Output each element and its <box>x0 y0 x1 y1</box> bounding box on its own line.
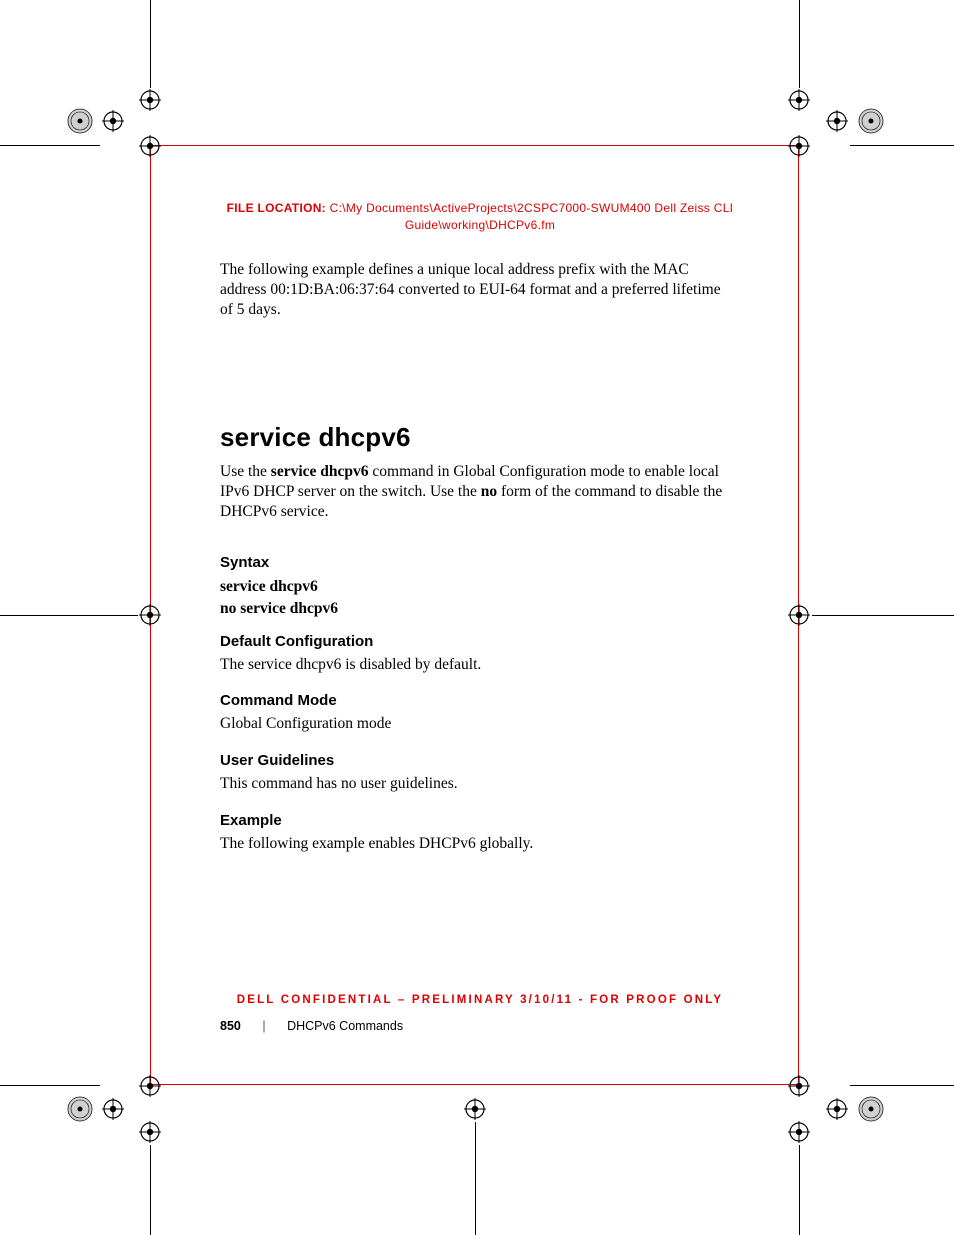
crop-line <box>850 145 954 146</box>
intro-paragraph: The following example defines a unique l… <box>220 260 730 319</box>
page-footer: 850 | DHCPv6 Commands <box>220 1019 403 1033</box>
registration-mark-icon <box>139 604 161 626</box>
registration-mark-icon <box>788 89 810 111</box>
crop-line <box>0 1085 100 1086</box>
registration-mark-icon <box>139 1075 161 1097</box>
command-mode-text: Global Configuration mode <box>220 714 730 734</box>
example-heading: Example <box>220 812 282 829</box>
crop-line <box>150 0 151 88</box>
registration-mark-icon <box>139 89 161 111</box>
crop-line <box>150 1145 151 1235</box>
registration-mark-icon <box>788 135 810 157</box>
crop-line <box>0 145 100 146</box>
print-ornament-icon <box>858 108 884 134</box>
registration-mark-icon <box>788 604 810 626</box>
registration-mark-icon <box>826 1098 848 1120</box>
command-description: Use the service dhcpv6 command in Global… <box>220 462 730 521</box>
crop-line <box>0 615 138 616</box>
desc-bold-2: no <box>481 483 497 500</box>
chapter-name: DHCPv6 Commands <box>287 1019 403 1033</box>
file-location-header: FILE LOCATION: C:\My Documents\ActivePro… <box>220 200 740 234</box>
file-location-path1: C:\My Documents\ActiveProjects\2CSPC7000… <box>330 201 734 215</box>
crop-line <box>475 1122 476 1235</box>
file-location-path2: Guide\working\DHCPv6.fm <box>405 218 555 232</box>
footer-separator: | <box>262 1019 265 1033</box>
crop-line <box>812 615 954 616</box>
user-guidelines-heading: User Guidelines <box>220 752 334 769</box>
print-ornament-icon <box>858 1096 884 1122</box>
print-ornament-icon <box>67 108 93 134</box>
file-location-label: FILE LOCATION: <box>227 201 326 215</box>
command-heading: service dhcpv6 <box>220 422 411 453</box>
syntax-line-1: service dhcpv6 <box>220 577 730 597</box>
crop-line <box>799 1145 800 1235</box>
registration-mark-icon <box>102 110 124 132</box>
syntax-heading: Syntax <box>220 554 269 571</box>
desc-text: Use the <box>220 463 271 480</box>
registration-mark-icon <box>102 1098 124 1120</box>
user-guidelines-text: This command has no user guidelines. <box>220 774 730 794</box>
default-config-text: The service dhcpv6 is disabled by defaul… <box>220 655 730 675</box>
registration-mark-icon <box>826 110 848 132</box>
page-number: 850 <box>220 1019 241 1033</box>
confidential-notice: DELL CONFIDENTIAL – PRELIMINARY 3/10/11 … <box>220 994 740 1006</box>
crop-line <box>799 0 800 88</box>
registration-mark-icon <box>464 1098 486 1120</box>
example-text: The following example enables DHCPv6 glo… <box>220 834 730 854</box>
registration-mark-icon <box>139 135 161 157</box>
crop-line <box>850 1085 954 1086</box>
registration-mark-icon <box>139 1121 161 1143</box>
print-ornament-icon <box>67 1096 93 1122</box>
desc-bold-1: service dhcpv6 <box>271 463 369 480</box>
registration-mark-icon <box>788 1121 810 1143</box>
default-config-heading: Default Configuration <box>220 633 373 650</box>
command-mode-heading: Command Mode <box>220 692 337 709</box>
syntax-line-2: no service dhcpv6 <box>220 599 730 619</box>
registration-mark-icon <box>788 1075 810 1097</box>
